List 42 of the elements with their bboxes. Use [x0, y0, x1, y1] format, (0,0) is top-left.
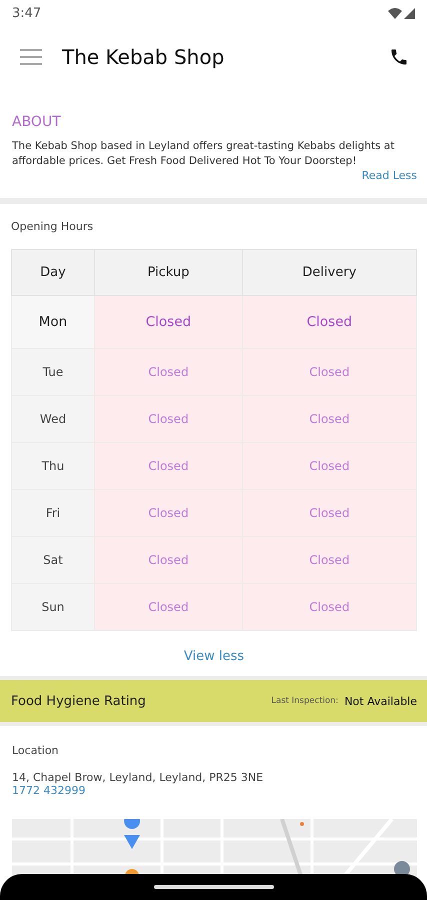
view-less-link[interactable]: View less: [184, 649, 244, 664]
column-header: Pickup: [94, 250, 242, 296]
day-cell: Mon: [12, 296, 94, 348]
section-title: Location: [12, 744, 60, 757]
delivery-cell: Closed: [242, 296, 416, 348]
day-cell: Sun: [12, 584, 94, 630]
delivery-cell: Closed: [242, 442, 416, 490]
inspection-label: Last Inspection:: [271, 696, 338, 706]
day-cell: Thu: [12, 442, 94, 490]
pickup-cell: Closed: [94, 396, 242, 442]
about-text: The Kebab Shop based in Leyland offers great-tasting Kebabs delights at affordable prices. Get Fresh Food Delivered Hot To Your Doorstep!: [12, 139, 396, 169]
pickup-cell: Closed: [94, 584, 242, 630]
address-text: 14, Chapel Brow, Leyland, Leyland, PR25 3NE: [12, 771, 264, 784]
delivery-cell: Closed: [242, 584, 416, 630]
day-cell: Sat: [12, 536, 94, 584]
wifi-icon: [388, 8, 402, 18]
hygiene-title: Food Hygiene Rating: [11, 694, 147, 708]
day-cell: Fri: [12, 490, 94, 536]
pickup-cell: Closed: [94, 490, 242, 536]
signal-icon: [404, 8, 415, 18]
day-cell: Wed: [12, 396, 94, 442]
pickup-cell: Closed: [94, 296, 242, 348]
phone-link[interactable]: 1772 432999: [12, 784, 86, 797]
about-heading: ABOUT: [12, 114, 62, 130]
menu-icon[interactable]: [20, 49, 42, 65]
pickup-cell: Closed: [94, 348, 242, 396]
day-cell: Tue: [12, 348, 94, 396]
delivery-cell: Closed: [242, 396, 416, 442]
phone-icon[interactable]: [389, 47, 409, 67]
home-handle[interactable]: [154, 885, 274, 889]
status-time: 3:47: [12, 6, 42, 20]
read-less-link[interactable]: Read Less: [362, 169, 417, 182]
section-title: Opening Hours: [11, 220, 94, 233]
inspection-value: Not Available: [344, 694, 417, 708]
pickup-cell: Closed: [94, 442, 242, 490]
delivery-cell: Closed: [242, 490, 416, 536]
pickup-cell: Closed: [94, 536, 242, 584]
app-title: The Kebab Shop: [62, 45, 226, 69]
column-header: Day: [12, 250, 94, 296]
delivery-cell: Closed: [242, 348, 416, 396]
column-header: Delivery: [242, 250, 416, 296]
delivery-cell: Closed: [242, 536, 416, 584]
